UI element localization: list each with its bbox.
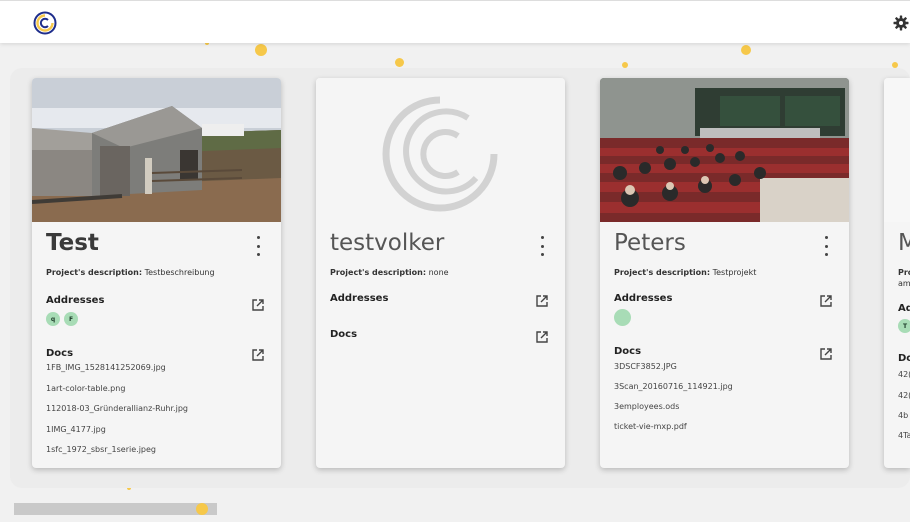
doc-link[interactable]: 4b — [898, 411, 908, 420]
description-label: Project's description: — [330, 268, 427, 277]
decor-dot — [255, 44, 267, 56]
project-description-partial: Pro am — [898, 267, 910, 289]
addresses-heading: Addresses — [46, 295, 105, 306]
description-value: Testprojekt — [712, 268, 757, 277]
doc-link[interactable]: 3employees.ods — [614, 402, 679, 411]
description-label: Pro — [898, 268, 910, 277]
app-logo-icon[interactable] — [33, 11, 57, 35]
open-external-icon[interactable] — [819, 347, 833, 361]
open-external-icon[interactable] — [535, 294, 549, 308]
addresses-heading: Addresses — [614, 293, 673, 304]
project-placeholder-image — [316, 78, 565, 222]
project-description: Project's description: none — [330, 267, 555, 278]
description-label: Project's description: — [614, 268, 711, 277]
address-badge[interactable] — [614, 309, 631, 326]
decor-dot — [741, 45, 751, 55]
doc-link[interactable]: 1art-color-table.png — [46, 384, 125, 393]
project-card[interactable]: Test Project's description: Testbeschrei… — [32, 78, 281, 468]
doc-link[interactable]: 1FB_IMG_1528141252069.jpg — [46, 363, 166, 372]
open-external-icon[interactable] — [535, 330, 549, 344]
address-badge[interactable]: T — [898, 319, 910, 333]
top-bar — [0, 0, 910, 43]
decor-dot — [395, 58, 404, 67]
project-card[interactable]: Peters Project's description: Testprojek… — [600, 78, 849, 468]
description-label: Project's description: — [46, 268, 143, 277]
project-image — [600, 78, 849, 222]
docs-heading: Docs — [614, 346, 642, 357]
description-value: Testbeschreibung — [144, 268, 215, 277]
project-description: Project's description: Testprojekt — [614, 267, 839, 278]
project-description: Project's description: Testbeschreibung — [46, 267, 271, 278]
doc-link[interactable]: 1sfc_1972_sbsr_1serie.jpeg — [46, 445, 156, 454]
open-external-icon[interactable] — [819, 294, 833, 308]
doc-link[interactable]: 1IMG_4177.jpg — [46, 425, 106, 434]
project-image — [32, 78, 281, 222]
doc-link[interactable]: 3DSCF3852.JPG — [614, 362, 677, 371]
address-badges: T — [898, 319, 910, 333]
docs-heading: Docs — [46, 348, 74, 359]
address-badges: q F — [46, 312, 78, 326]
gear-icon[interactable] — [893, 15, 909, 31]
doc-link[interactable]: 4Ta — [898, 431, 910, 440]
open-external-icon[interactable] — [251, 298, 265, 312]
doc-link[interactable]: 42( — [898, 370, 910, 379]
card-title: Test — [46, 230, 99, 256]
more-menu-icon[interactable] — [254, 236, 262, 256]
doc-link[interactable]: 3Scan_20160716_114921.jpg — [614, 382, 733, 391]
project-card-partial[interactable]: M Pro am Ad T Do 42( 42( 4b 4Ta — [884, 78, 910, 468]
address-badge[interactable]: q — [46, 312, 60, 326]
description-value: am — [898, 279, 910, 288]
docs-heading: Docs — [330, 329, 358, 340]
project-card[interactable]: testvolker Project's description: none A… — [316, 78, 565, 468]
address-badges — [614, 309, 631, 326]
more-menu-icon[interactable] — [538, 236, 546, 256]
addresses-heading: Ad — [898, 303, 910, 314]
card-title: testvolker — [330, 230, 445, 256]
card-title: Peters — [614, 230, 686, 256]
horizontal-scrollbar[interactable] — [14, 503, 217, 515]
card-title: M — [898, 230, 910, 256]
decor-dot — [196, 503, 208, 515]
more-menu-icon[interactable] — [822, 236, 830, 256]
addresses-heading: Addresses — [330, 293, 389, 304]
docs-heading: Do — [898, 353, 910, 364]
doc-link[interactable]: 112018-03_Gründerallianz-Ruhr.jpg — [46, 404, 188, 413]
address-badge[interactable]: F — [64, 312, 78, 326]
project-image — [884, 78, 910, 222]
doc-link[interactable]: ticket-vie-mxp.pdf — [614, 422, 687, 431]
description-value: none — [428, 268, 449, 277]
open-external-icon[interactable] — [251, 348, 265, 362]
doc-link[interactable]: 42( — [898, 391, 910, 400]
